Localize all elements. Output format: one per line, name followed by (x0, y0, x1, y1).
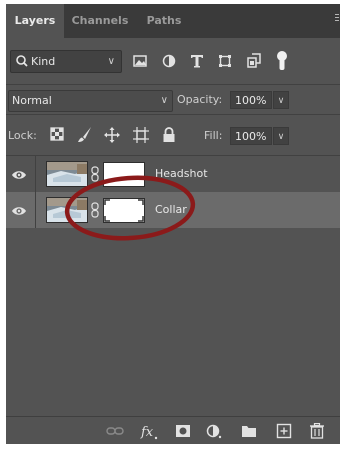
adjustment-layer-icon[interactable] (206, 423, 222, 439)
smart-object-filter-icon[interactable] (247, 52, 261, 70)
layer-row-headshot[interactable]: Headshot (6, 156, 340, 192)
panel-menu-icon[interactable] (335, 14, 340, 28)
opacity-dropdown-button[interactable]: ∨ (273, 91, 289, 109)
layer-style-fx-icon[interactable]: fx (140, 423, 158, 440)
fill-field[interactable]: 100% (230, 127, 272, 145)
layer-thumbnail[interactable] (46, 161, 88, 187)
layer-mask-thumbnail-selected[interactable] (103, 198, 145, 223)
opacity-field[interactable]: 100% (230, 91, 272, 109)
link-layers-icon[interactable] (106, 423, 124, 439)
blend-mode-value: Normal (12, 94, 52, 107)
divider (35, 192, 36, 228)
panel-tab-bar: Layers Channels Paths (6, 4, 340, 38)
new-layer-icon[interactable] (276, 423, 292, 439)
layers-panel: Layers Channels Paths Kind ∨ Normal ∨ Op… (6, 4, 340, 444)
divider (6, 84, 340, 85)
adjustment-filter-icon[interactable] (162, 52, 176, 70)
mask-link-icon[interactable] (91, 166, 99, 182)
fill-label: Fill: (204, 129, 223, 142)
filter-kind-select[interactable]: Kind ∨ (10, 50, 122, 73)
divider (35, 156, 36, 192)
visibility-eye-icon[interactable] (11, 203, 27, 217)
filter-toggle-icon[interactable] (276, 50, 288, 70)
opacity-label: Opacity: (177, 93, 223, 106)
blend-mode-select[interactable]: Normal ∨ (8, 90, 173, 112)
add-mask-icon[interactable] (175, 423, 191, 439)
tab-channels[interactable]: Channels (64, 4, 136, 38)
lock-all-icon[interactable] (162, 126, 176, 144)
svg-text:fx: fx (140, 425, 154, 440)
blend-mode-row: Normal ∨ Opacity: 100% ∨ (6, 86, 340, 114)
layers-bottom-toolbar: fx (6, 416, 340, 444)
filter-row: Kind ∨ (6, 40, 340, 84)
divider (6, 114, 340, 115)
layer-name[interactable]: Headshot (155, 156, 208, 192)
lock-label: Lock: (8, 129, 37, 142)
layer-name[interactable]: Collar (155, 192, 187, 228)
lock-position-icon[interactable] (104, 126, 120, 144)
type-filter-icon[interactable] (190, 52, 204, 70)
new-group-icon[interactable] (241, 423, 257, 439)
tab-layers[interactable]: Layers (6, 4, 64, 38)
lock-artboard-icon[interactable] (133, 126, 149, 144)
lock-transparent-pixels-icon[interactable] (50, 126, 64, 144)
layer-row-collar[interactable]: Collar (6, 192, 340, 228)
shape-filter-icon[interactable] (218, 52, 232, 70)
image-filter-icon[interactable] (133, 52, 147, 70)
chevron-down-icon: ∨ (107, 56, 115, 67)
fill-dropdown-button[interactable]: ∨ (273, 127, 289, 145)
tab-paths[interactable]: Paths (136, 4, 192, 38)
visibility-eye-icon[interactable] (11, 167, 27, 181)
search-icon (15, 51, 29, 79)
layer-mask-thumbnail[interactable] (103, 162, 145, 187)
delete-layer-icon[interactable] (309, 422, 325, 439)
screenshot-frame: Layers Channels Paths Kind ∨ Normal ∨ Op… (0, 0, 342, 449)
layer-thumbnail[interactable] (46, 197, 88, 223)
filter-kind-label: Kind (31, 55, 56, 68)
lock-row: Lock: Fill: 100% ∨ (6, 116, 340, 154)
mask-link-icon[interactable] (91, 202, 99, 218)
lock-image-pixels-icon[interactable] (77, 126, 93, 144)
chevron-down-icon: ∨ (160, 95, 168, 106)
